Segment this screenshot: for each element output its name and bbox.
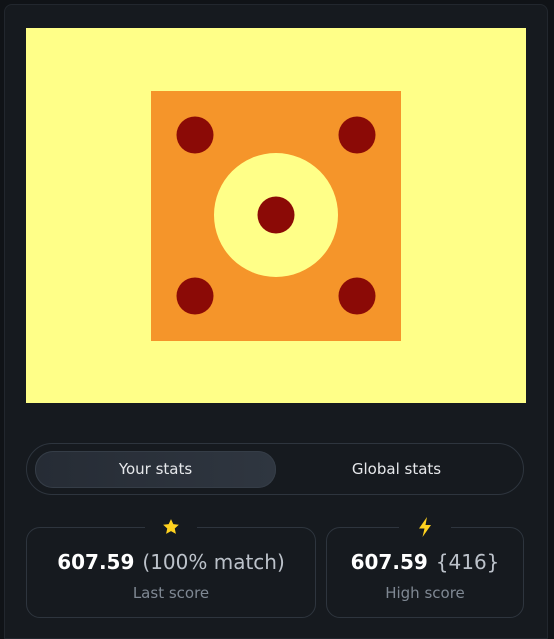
tab-your-stats[interactable]: Your stats bbox=[35, 451, 276, 488]
dot-bottom-right bbox=[338, 277, 376, 315]
dot-bottom-left bbox=[176, 277, 214, 315]
lightning-icon bbox=[399, 513, 451, 541]
target-canvas bbox=[26, 28, 526, 403]
tab-global-stats[interactable]: Global stats bbox=[276, 451, 517, 488]
last-score-value: 607.59 bbox=[57, 550, 135, 574]
stats-tabs: Your stats Global stats bbox=[26, 443, 524, 495]
high-score-count: {416} bbox=[435, 550, 500, 574]
dot-center bbox=[257, 196, 295, 234]
high-score-value: 607.59 bbox=[350, 550, 428, 574]
last-score-card: 607.59 (100% match) Last score bbox=[26, 513, 316, 618]
last-score-line: 607.59 (100% match) bbox=[27, 550, 315, 574]
last-score-label: Last score bbox=[132, 584, 210, 602]
dot-top-right bbox=[338, 116, 376, 154]
star-icon bbox=[145, 513, 197, 541]
last-score-match: (100% match) bbox=[142, 550, 285, 574]
high-score-label: High score bbox=[385, 584, 465, 602]
dot-top-left bbox=[176, 116, 214, 154]
high-score-card: 607.59 {416} High score bbox=[326, 513, 524, 618]
high-score-line: 607.59 {416} bbox=[327, 550, 523, 574]
